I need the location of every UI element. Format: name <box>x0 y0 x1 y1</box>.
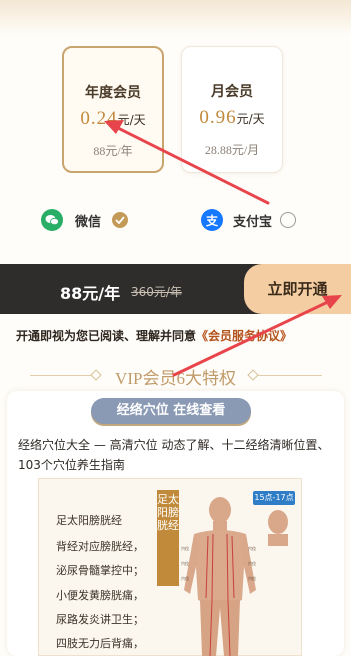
poster-line: 足太阳膀胱经 <box>56 515 122 527</box>
poster-line: 四肢无力后背痛， <box>56 638 144 650</box>
membership-agreement-link[interactable]: 《会员服务协议》 <box>196 329 292 343</box>
feature-pill: 经络穴位 在线查看 <box>91 398 251 424</box>
alipay-icon: 支 <box>201 209 223 231</box>
wechat-icon <box>41 209 63 231</box>
poster-line: 背经对应膀胱经， <box>56 541 144 553</box>
agreement-prefix: 开通即视为您已阅读、理解并同意 <box>16 329 197 343</box>
plan-price-number: 0.24 <box>80 108 118 129</box>
agreement-text: 开通即视为您已阅读、理解并同意《会员服务协议》 <box>16 327 292 344</box>
checkmark-icon[interactable] <box>112 212 129 228</box>
payment-option-alipay[interactable]: 支 支付宝 <box>201 208 297 232</box>
poster-line: 小便发黄膀胱痛， <box>56 590 144 602</box>
poster-line: 泌尿骨髓掌控中； <box>56 565 144 577</box>
svg-text:穴位: 穴位 <box>248 560 256 566</box>
page: 年度会员 0.24元/天 88元/年 月会员 0.96元/天 28.88元/月 … <box>0 0 351 656</box>
svg-text:穴位: 穴位 <box>181 545 189 551</box>
payment-label: 微信 <box>75 214 102 230</box>
payment-label: 支付宝 <box>233 214 273 230</box>
svg-text:穴位: 穴位 <box>248 545 256 551</box>
purchase-original-price: 360元/年 <box>131 285 182 299</box>
plan-name: 年度会员 <box>85 85 141 101</box>
plan-card-annual[interactable]: 年度会员 0.24元/天 88元/年 <box>62 46 164 173</box>
payment-option-wechat[interactable]: 微信 <box>41 208 129 232</box>
plan-price: 0.96元/天 <box>182 107 282 129</box>
plan-price-unit: 元/天 <box>236 112 265 126</box>
plan-card-monthly[interactable]: 月会员 0.96元/天 28.88元/月 <box>181 46 283 173</box>
radio-unchecked-icon[interactable] <box>280 212 297 228</box>
plan-price: 0.24元/天 <box>64 108 162 130</box>
purchase-price: 88元/年 <box>60 284 121 303</box>
svg-text:穴位: 穴位 <box>248 575 256 581</box>
body-figure-illustration: 穴位穴位穴位 穴位穴位穴位 <box>181 497 288 656</box>
feature-description: 经络穴位大全 — 高清穴位 动态了解、十二经络清晰位置、103个穴位养生指南 <box>18 438 330 472</box>
privileges-title: VIP会员6大特权 <box>115 369 236 388</box>
poster-vertical-title: 足太阳膀胱经 <box>157 490 179 586</box>
plan-name: 月会员 <box>211 84 253 100</box>
plan-price-unit: 元/天 <box>117 113 146 127</box>
plan-original-price: 28.88元/月 <box>204 143 260 157</box>
divider <box>258 375 322 376</box>
plan-original-price: 88元/年 <box>93 144 133 158</box>
poster-line: 尿路发炎讲卫生； <box>56 614 144 626</box>
plan-price-number: 0.96 <box>199 107 237 128</box>
open-membership-button[interactable]: 立即开通 <box>244 264 351 314</box>
svg-text:穴位: 穴位 <box>181 575 189 581</box>
top-band <box>0 0 351 36</box>
svg-text:穴位: 穴位 <box>181 560 189 566</box>
